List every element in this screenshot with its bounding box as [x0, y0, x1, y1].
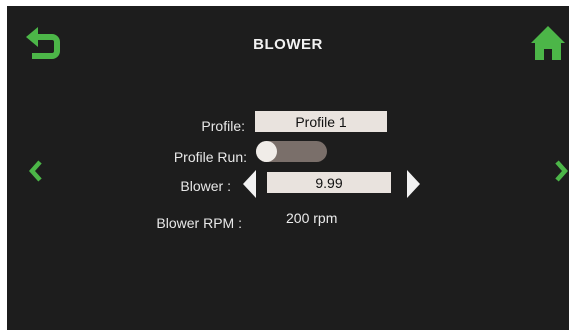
previous-page-button[interactable]	[28, 159, 44, 183]
blower-label: Blower :	[180, 178, 231, 194]
profile-label: Profile:	[201, 118, 245, 134]
profile-run-toggle[interactable]	[256, 141, 327, 162]
home-icon	[531, 26, 565, 60]
chevron-right-icon	[555, 160, 569, 182]
blower-decrease-button[interactable]	[242, 169, 258, 199]
home-button[interactable]	[529, 24, 567, 62]
next-page-button[interactable]	[553, 159, 569, 183]
blower-rpm-label: Blower RPM :	[156, 215, 242, 231]
blower-screen: BLOWER Profile: Profile 1 Profile Run: B…	[7, 6, 569, 330]
profile-select[interactable]: Profile 1	[255, 111, 387, 132]
page-title: BLOWER	[253, 36, 323, 53]
blower-increase-button[interactable]	[405, 169, 421, 199]
triangle-left-icon	[243, 170, 256, 198]
blower-rpm-value: 200 rpm	[286, 210, 338, 226]
triangle-right-icon	[407, 170, 420, 198]
toggle-knob	[256, 141, 277, 162]
chevron-left-icon	[28, 160, 42, 182]
profile-run-label: Profile Run:	[173, 149, 247, 165]
blower-value-field[interactable]: 9.99	[267, 172, 391, 193]
